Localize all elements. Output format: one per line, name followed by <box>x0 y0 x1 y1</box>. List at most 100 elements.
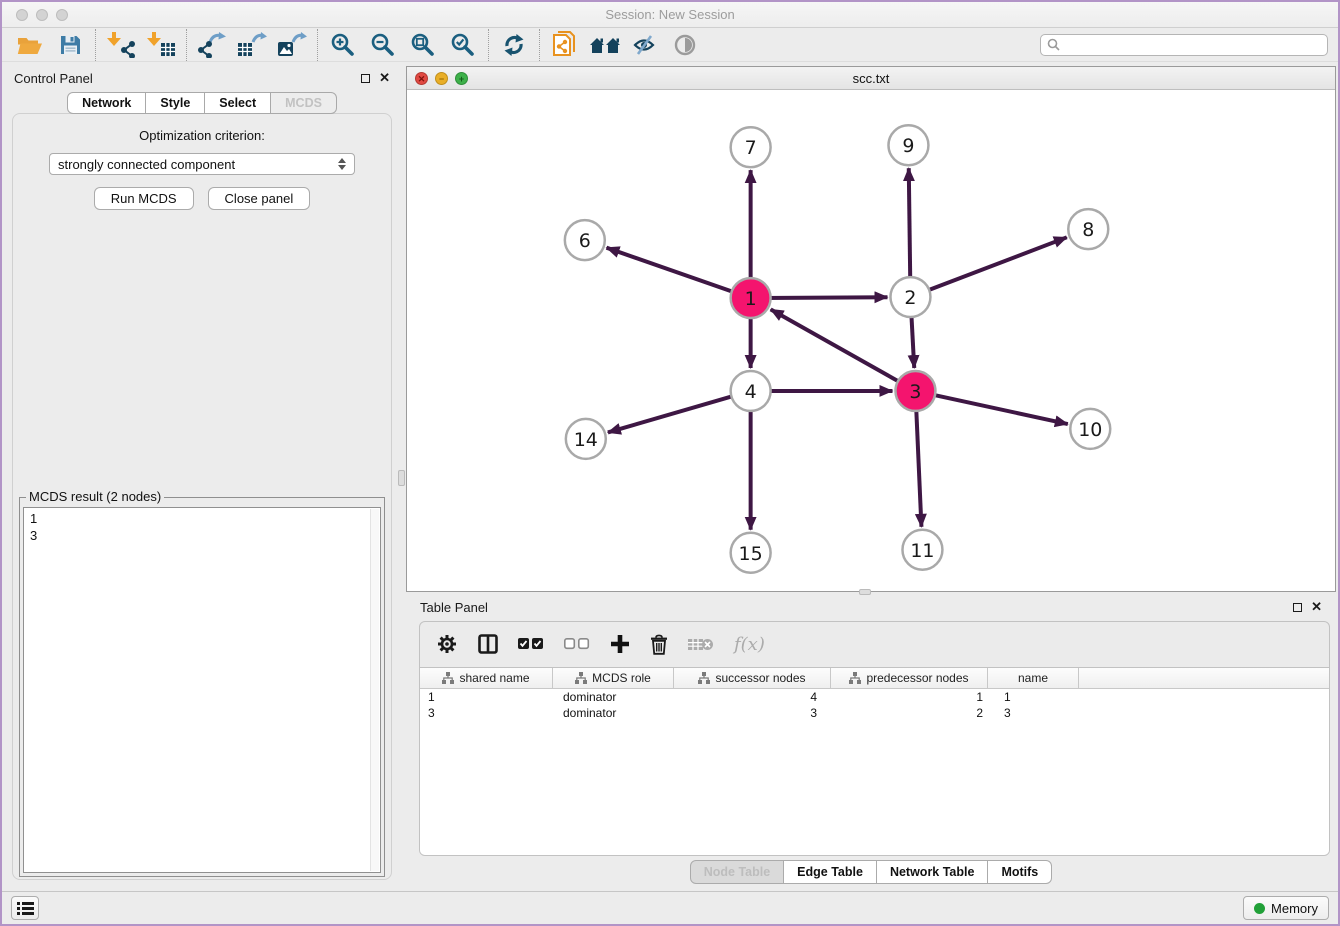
column-header-label: successor nodes <box>715 671 805 685</box>
function-builder-icon: f(x) <box>734 634 765 655</box>
show-all-button[interactable] <box>665 30 705 60</box>
clone-network-button[interactable] <box>545 30 585 60</box>
run-mcds-button[interactable]: Run MCDS <box>94 187 194 210</box>
memory-button[interactable]: Memory <box>1243 896 1329 920</box>
table-row[interactable]: 3dominator323 <box>420 705 1329 721</box>
tab-node-table[interactable]: Node Table <box>690 860 784 884</box>
table-cell[interactable]: dominator <box>553 705 674 721</box>
result-line: 1 <box>30 510 374 527</box>
network-minimize-icon[interactable]: − <box>435 72 448 85</box>
column-header-predecessor-nodes[interactable]: predecessor nodes <box>831 668 988 688</box>
graph-node-label-11: 11 <box>910 540 934 562</box>
close-panel-icon[interactable]: ✕ <box>379 73 390 83</box>
home-button[interactable] <box>585 30 625 60</box>
table-settings-button[interactable] <box>436 633 458 655</box>
close-panel-button[interactable]: Close panel <box>208 187 311 210</box>
vertical-splitter[interactable] <box>398 470 405 486</box>
export-table-button[interactable] <box>232 30 272 60</box>
search-icon <box>1047 38 1060 51</box>
toolbar-separator <box>488 29 489 61</box>
column-header-shared-name[interactable]: shared name <box>420 668 553 688</box>
zoom-in-button[interactable] <box>323 30 363 60</box>
search-field[interactable] <box>1040 34 1328 56</box>
table-row[interactable]: 1dominator411 <box>420 689 1329 705</box>
float-table-panel-icon[interactable] <box>1293 603 1302 612</box>
save-session-button[interactable] <box>50 30 90 60</box>
list-icon <box>17 901 34 916</box>
table-cell[interactable]: 3 <box>988 705 1079 721</box>
hide-selected-button[interactable] <box>625 30 665 60</box>
select-all-button[interactable] <box>518 638 544 650</box>
import-table-button[interactable] <box>141 30 181 60</box>
zoom-out-button[interactable] <box>363 30 403 60</box>
table-cell[interactable]: 1 <box>988 689 1079 705</box>
mcds-result-box: MCDS result (2 nodes) 13 <box>19 497 385 877</box>
eye-slash-icon <box>632 34 658 56</box>
dropdown-stepper-icon <box>338 158 346 170</box>
table-cell[interactable]: 1 <box>831 689 988 705</box>
gear-icon <box>436 633 458 655</box>
criterion-dropdown[interactable]: strongly connected component <box>49 153 355 175</box>
network-graph[interactable]: 7968124314101511 <box>407 90 1335 591</box>
window-title: Session: New Session <box>2 7 1338 22</box>
toolbar-separator <box>186 29 187 61</box>
split-panel-icon <box>478 634 498 654</box>
graph-node-label-7: 7 <box>745 137 757 159</box>
add-column-button[interactable] <box>610 634 630 654</box>
refresh-button[interactable] <box>494 30 534 60</box>
table-panel-title: Table Panel <box>420 600 488 615</box>
open-session-button[interactable] <box>10 30 50 60</box>
tab-edge-table[interactable]: Edge Table <box>784 860 877 884</box>
split-panel-button[interactable] <box>478 634 498 654</box>
export-network-button[interactable] <box>192 30 232 60</box>
graph-edge-4-14[interactable] <box>608 391 751 433</box>
plus-icon <box>610 634 630 654</box>
zoom-selected-button[interactable] <box>443 30 483 60</box>
tab-network[interactable]: Network <box>67 92 146 114</box>
deselect-all-button[interactable] <box>564 638 590 650</box>
float-panel-icon[interactable] <box>361 74 370 83</box>
graph-edge-3-1[interactable] <box>771 309 916 391</box>
column-header-MCDS-role[interactable]: MCDS role <box>553 668 674 688</box>
mcds-result-list[interactable]: 13 <box>23 507 381 873</box>
table-cell[interactable]: dominator <box>553 689 674 705</box>
graph-node-label-8: 8 <box>1082 219 1094 241</box>
main-toolbar <box>2 28 1338 62</box>
table-cell[interactable]: 2 <box>831 705 988 721</box>
graph-node-label-9: 9 <box>902 135 914 157</box>
table-header-row: shared nameMCDS role successor nodes prede… <box>420 668 1329 689</box>
search-input[interactable] <box>1064 37 1321 52</box>
export-table-icon <box>237 32 267 58</box>
table-cell[interactable]: 1 <box>420 689 553 705</box>
network-window-title: scc.txt <box>407 71 1335 86</box>
zoom-selected-icon <box>450 32 476 58</box>
table-cell[interactable]: 4 <box>674 689 831 705</box>
export-image-button[interactable] <box>272 30 312 60</box>
tab-network-table[interactable]: Network Table <box>877 860 989 884</box>
column-header-label: name <box>1018 671 1048 685</box>
table-cell[interactable]: 3 <box>420 705 553 721</box>
graph-edge-3-10[interactable] <box>915 391 1067 424</box>
result-scrollbar[interactable] <box>370 509 379 871</box>
main-area: Control Panel ✕ NetworkStyleSelectMCDS O… <box>2 62 1338 891</box>
table-cell[interactable]: 3 <box>674 705 831 721</box>
optimization-criterion-label: Optimization criterion: <box>13 128 391 143</box>
zoom-fit-button[interactable] <box>403 30 443 60</box>
network-close-icon[interactable]: ✕ <box>415 72 428 85</box>
task-history-button[interactable] <box>11 896 39 920</box>
column-header-successor-nodes[interactable]: successor nodes <box>674 668 831 688</box>
tab-mcds[interactable]: MCDS <box>271 92 337 114</box>
column-header-name[interactable]: name <box>988 668 1079 688</box>
tab-style[interactable]: Style <box>146 92 205 114</box>
tab-select[interactable]: Select <box>205 92 271 114</box>
refresh-icon <box>502 33 526 57</box>
graph-edge-1-6[interactable] <box>606 248 750 298</box>
column-header-filler <box>1079 668 1329 688</box>
tab-motifs[interactable]: Motifs <box>988 860 1052 884</box>
network-maximize-icon[interactable]: + <box>455 72 468 85</box>
graph-node-label-4: 4 <box>745 381 757 403</box>
close-table-panel-icon[interactable]: ✕ <box>1311 602 1322 612</box>
graph-edge-2-8[interactable] <box>910 237 1066 297</box>
delete-column-button[interactable] <box>650 634 668 655</box>
import-network-button[interactable] <box>101 30 141 60</box>
